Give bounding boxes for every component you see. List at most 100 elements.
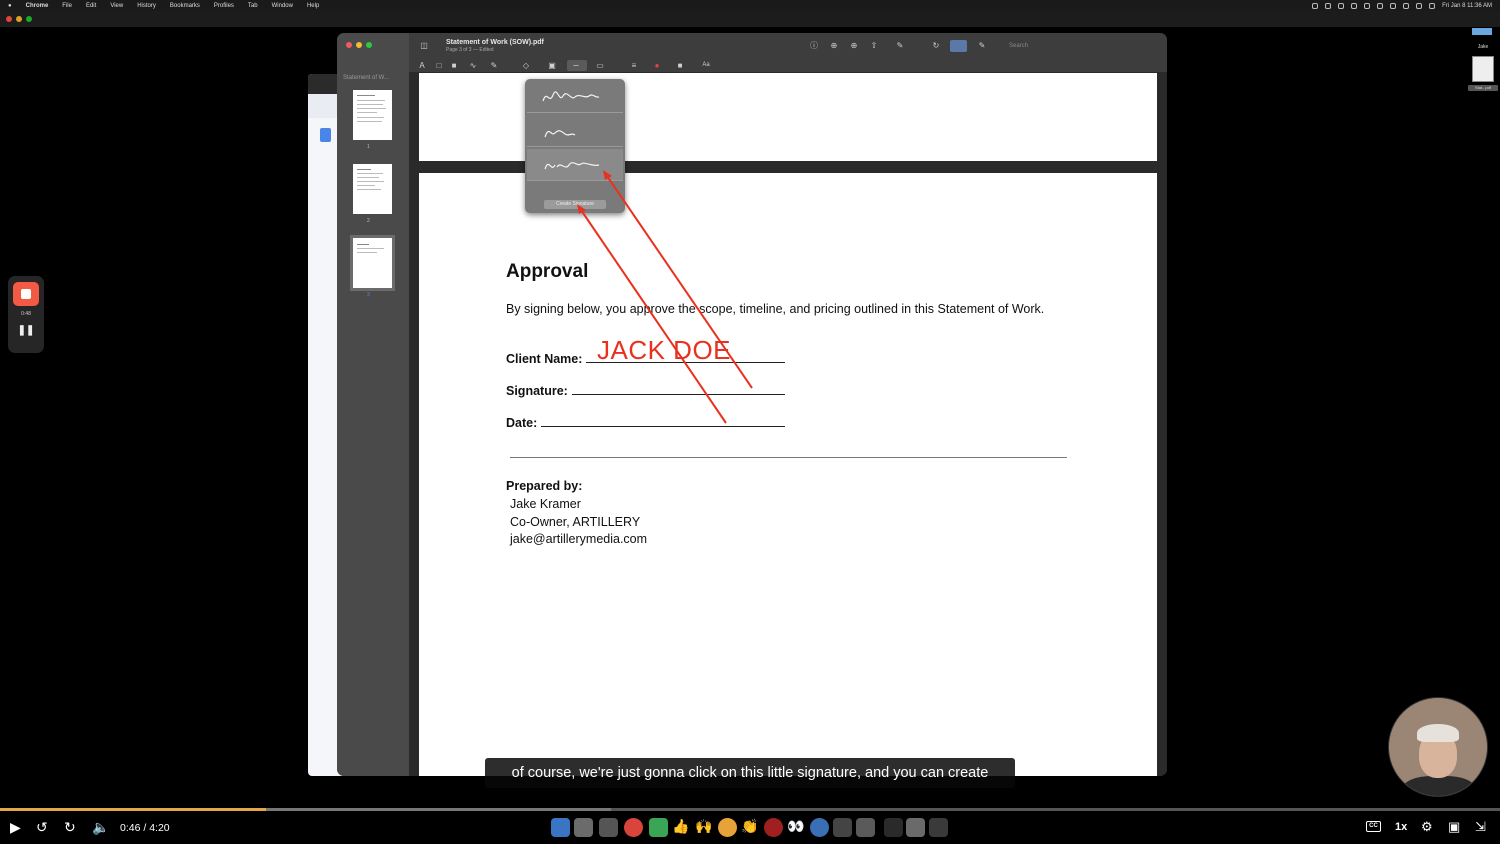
emoji-thumbs-up-icon[interactable]: 👍: [672, 818, 691, 837]
date-field: Date:: [506, 415, 786, 430]
user-folder-icon[interactable]: [1472, 28, 1492, 35]
saved-signature-1[interactable]: [527, 81, 623, 113]
apple-icon[interactable]: ●: [8, 3, 12, 9]
tray-icon[interactable]: [1403, 2, 1410, 9]
app-grid-icon[interactable]: [599, 818, 618, 837]
tray-icon[interactable]: [1325, 2, 1332, 9]
tray-icon[interactable]: [1312, 2, 1319, 9]
menu-help[interactable]: Help: [307, 3, 319, 9]
tray-icon[interactable]: [1338, 2, 1345, 9]
messages-icon[interactable]: [649, 818, 668, 837]
pause-recording-icon[interactable]: ❚❚: [8, 325, 44, 336]
emoji-smile-icon[interactable]: [810, 818, 829, 837]
launchpad-icon[interactable]: [574, 818, 593, 837]
menu-profiles[interactable]: Profiles: [214, 3, 234, 9]
zoom-in-icon[interactable]: ⊕: [849, 41, 859, 50]
stop-recording-button[interactable]: [13, 282, 39, 306]
pdf-file-icon[interactable]: [1472, 56, 1494, 82]
share-icon[interactable]: ⇧: [869, 41, 879, 50]
saved-signature-4[interactable]: [527, 183, 623, 197]
signature-drawing-icon: [542, 91, 600, 102]
text-selection-icon[interactable]: A: [417, 61, 427, 70]
info-icon[interactable]: ⓘ: [809, 41, 819, 50]
playback-speed-button[interactable]: 1x: [1395, 820, 1407, 834]
approval-paragraph: By signing below, you approve the scope,…: [506, 302, 1045, 316]
tray-icon[interactable]: [1377, 2, 1384, 9]
signature-icon[interactable]: ∽: [571, 61, 581, 70]
menu-edit[interactable]: Edit: [86, 3, 96, 9]
trash-icon[interactable]: [929, 818, 948, 837]
markup-toggle-active[interactable]: [950, 40, 967, 52]
annotate-icon[interactable]: ✎: [977, 41, 987, 50]
emoji-eyes-icon[interactable]: 👀: [787, 818, 806, 837]
rewind-icon[interactable]: ↺: [36, 819, 48, 835]
redact-icon[interactable]: ■: [449, 61, 459, 70]
approval-heading: Approval: [506, 261, 589, 282]
exit-fullscreen-icon[interactable]: ⇲: [1475, 820, 1486, 834]
volume-icon[interactable]: 🔈: [92, 819, 109, 835]
tray-icon[interactable]: [1364, 2, 1371, 9]
markup-pen-icon[interactable]: ✎: [895, 41, 905, 50]
note-icon[interactable]: ▭: [595, 61, 605, 70]
play-icon[interactable]: ▶: [10, 819, 21, 835]
tray-icon[interactable]: [1351, 2, 1358, 9]
page-thumbnail-1[interactable]: [353, 90, 392, 140]
border-color-icon[interactable]: ●: [652, 61, 662, 70]
menu-bar-clock[interactable]: Fri Jan 8 11:36 AM: [1442, 3, 1492, 9]
zoom-out-icon[interactable]: ⊕: [829, 41, 839, 50]
document-viewport[interactable]: Approval By signing below, you approve t…: [409, 73, 1167, 776]
video-progress-bar[interactable]: [0, 808, 1500, 811]
saved-signature-2[interactable]: [527, 115, 623, 147]
menu-view[interactable]: View: [110, 3, 123, 9]
emoji-face-icon[interactable]: [718, 818, 737, 837]
preview-app-icon[interactable]: [906, 818, 925, 837]
date-line[interactable]: [541, 415, 786, 427]
menu-window[interactable]: Window: [272, 3, 293, 9]
settings-gear-icon[interactable]: ⚙: [1421, 820, 1433, 834]
finder-icon[interactable]: [551, 818, 570, 837]
shapes-icon[interactable]: ◇: [521, 61, 531, 70]
zoom-dot-icon[interactable]: [366, 42, 372, 48]
text-style-icon[interactable]: Aa: [701, 61, 711, 70]
chrome-icon[interactable]: [624, 818, 643, 837]
rotate-icon[interactable]: ↻: [931, 41, 941, 50]
minimize-dot-icon[interactable]: [16, 16, 22, 22]
emoji-hands-icon[interactable]: 🙌: [695, 818, 714, 837]
tray-icon[interactable]: [1390, 2, 1397, 9]
create-signature-button[interactable]: Create Signature: [544, 200, 606, 209]
wifi-icon[interactable]: [1416, 2, 1423, 9]
close-dot-icon[interactable]: [6, 16, 12, 22]
client-name-label: Client Name:: [506, 352, 583, 366]
search-field[interactable]: Search: [999, 41, 1069, 52]
text-box-icon[interactable]: ▣: [547, 61, 557, 70]
shape-style-icon[interactable]: ≡: [629, 61, 639, 70]
notes-app-icon[interactable]: [833, 818, 852, 837]
fill-color-icon[interactable]: ■: [675, 61, 685, 70]
battery-icon[interactable]: [1429, 2, 1436, 9]
page-thumbnail-2[interactable]: [353, 164, 392, 214]
forward-icon[interactable]: ↻: [64, 819, 76, 835]
emoji-no-icon[interactable]: [764, 818, 783, 837]
sketch-icon[interactable]: ∿: [468, 61, 478, 70]
google-docs-icon[interactable]: [320, 128, 331, 142]
close-dot-icon[interactable]: [346, 42, 352, 48]
menu-chrome[interactable]: Chrome: [26, 3, 49, 9]
rect-selection-icon[interactable]: □: [434, 61, 444, 70]
minimize-dot-icon[interactable]: [356, 42, 362, 48]
emoji-clap-icon[interactable]: 👏: [741, 818, 760, 837]
menu-history[interactable]: History: [137, 3, 156, 9]
miniplayer-icon[interactable]: ▣: [1448, 820, 1460, 834]
menu-bookmarks[interactable]: Bookmarks: [170, 3, 200, 9]
saved-signature-3[interactable]: [527, 149, 623, 181]
video-app-icon[interactable]: [856, 818, 875, 837]
page-thumbnail-3[interactable]: [350, 235, 395, 291]
signature-line[interactable]: [571, 383, 785, 395]
zoom-dot-icon[interactable]: [26, 16, 32, 22]
window-app-icon[interactable]: [884, 818, 903, 837]
sidebar-toggle-icon[interactable]: ◫: [419, 41, 429, 50]
menu-tab[interactable]: Tab: [248, 3, 258, 9]
client-name-text-annotation[interactable]: JACK DOE: [597, 335, 731, 366]
draw-icon[interactable]: ✎: [489, 61, 499, 70]
menu-file[interactable]: File: [62, 3, 72, 9]
closed-captions-button[interactable]: CC: [1366, 821, 1381, 832]
